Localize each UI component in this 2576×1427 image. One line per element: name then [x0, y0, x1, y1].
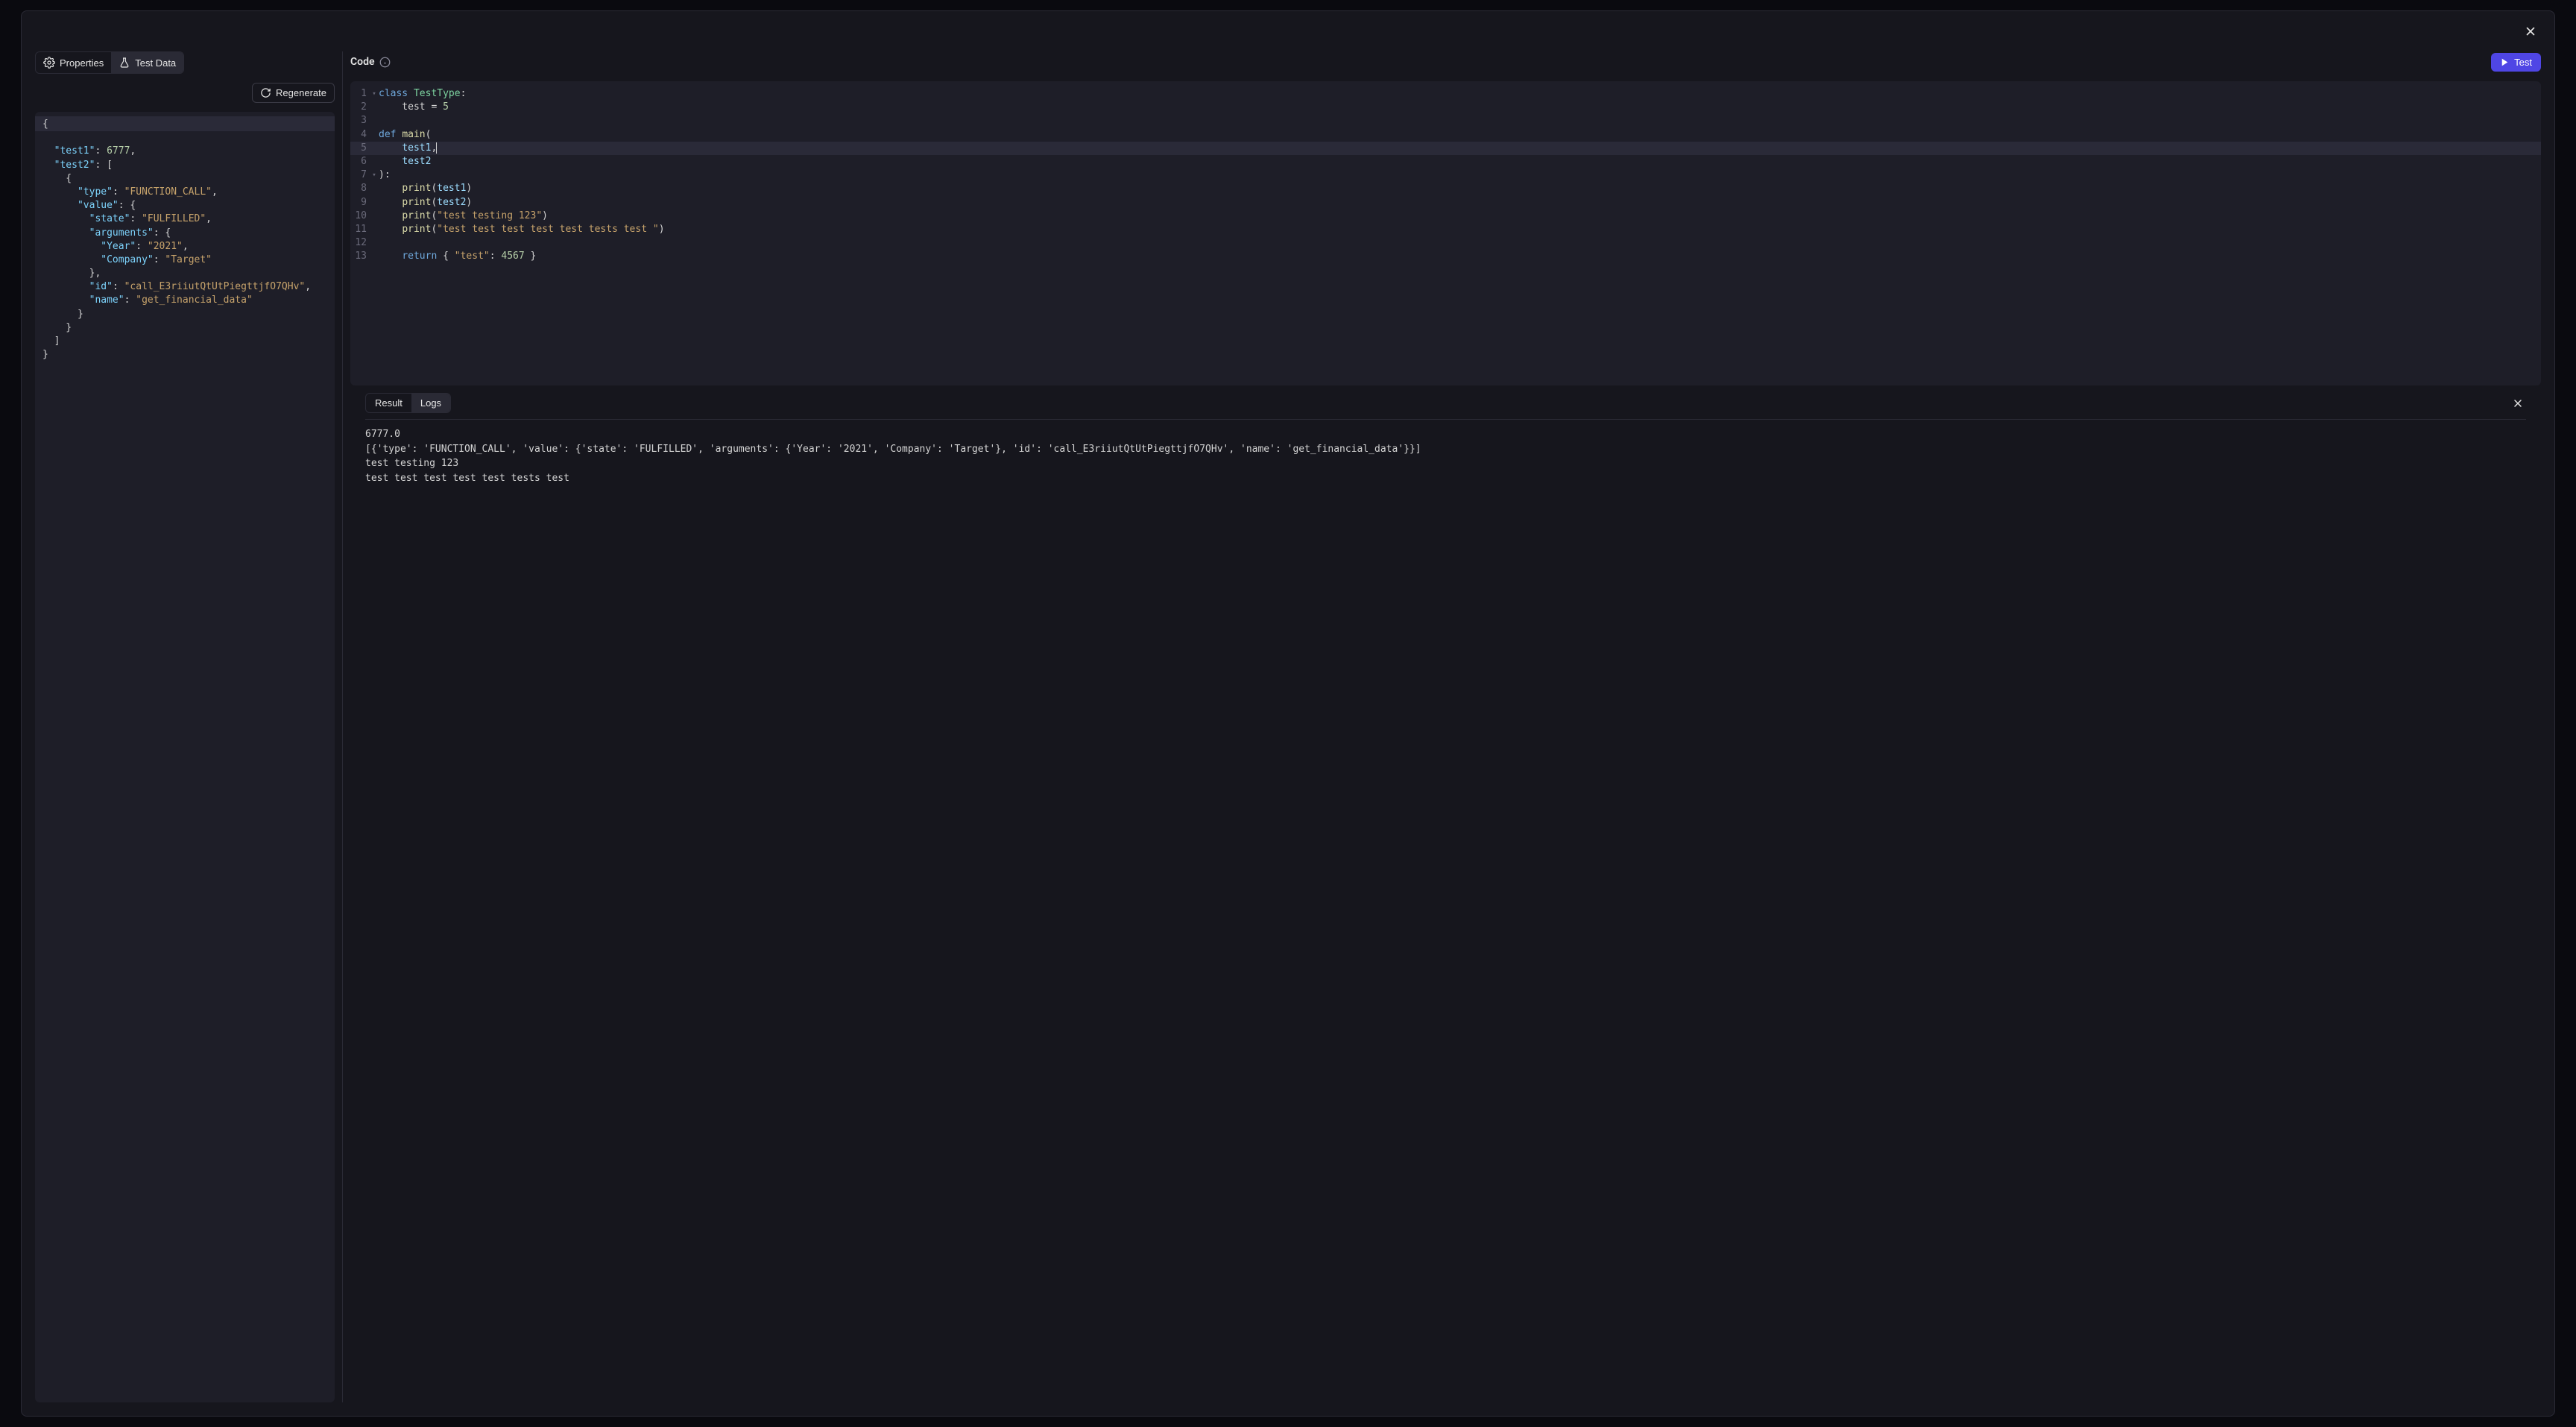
test-data-json-editor[interactable]: { "test1": 6777, "test2": [ { "type": "F…	[35, 112, 335, 1402]
refresh-icon	[260, 87, 271, 98]
close-icon	[2512, 397, 2524, 409]
code-editor[interactable]: 1▾class TestType:2 test = 534def main(5 …	[350, 81, 2541, 385]
gear-icon	[43, 57, 55, 69]
tab-test-data[interactable]: Test Data	[111, 52, 183, 73]
right-pane-header: Code Test	[350, 51, 2541, 72]
code-label-wrap: Code	[350, 56, 391, 68]
regenerate-row: Regenerate	[35, 83, 335, 103]
flask-icon	[119, 57, 130, 69]
left-pane: Properties Test Data Regenerate { "test1…	[35, 51, 342, 1402]
test-button[interactable]: Test	[2491, 53, 2541, 72]
regenerate-button[interactable]: Regenerate	[252, 83, 335, 103]
modal-header	[22, 11, 2554, 51]
regenerate-label: Regenerate	[276, 87, 326, 98]
left-tab-group: Properties Test Data	[35, 51, 184, 74]
close-icon	[2524, 25, 2537, 38]
output-header: Result Logs	[350, 393, 2541, 413]
output-tab-logs[interactable]: Logs	[411, 394, 450, 412]
output-panel: Result Logs 6777.0 [{'type': 'FUNCTION_C…	[350, 393, 2541, 1402]
output-body[interactable]: 6777.0 [{'type': 'FUNCTION_CALL', 'value…	[350, 427, 2541, 1402]
play-icon	[2500, 57, 2510, 67]
right-pane: Code Test 1▾class TestType:2 test = 534d…	[342, 51, 2541, 1402]
tab-properties[interactable]: Properties	[36, 52, 111, 73]
modal: Properties Test Data Regenerate { "test1…	[21, 10, 2555, 1417]
info-icon[interactable]	[379, 57, 391, 68]
output-close-button[interactable]	[2510, 395, 2526, 412]
output-divider	[365, 419, 2526, 420]
test-button-label: Test	[2514, 57, 2532, 68]
tab-test-data-label: Test Data	[135, 57, 176, 69]
close-button[interactable]	[2520, 21, 2541, 42]
tab-properties-label: Properties	[60, 57, 104, 69]
output-tab-result[interactable]: Result	[366, 394, 411, 412]
modal-body: Properties Test Data Regenerate { "test1…	[22, 51, 2554, 1416]
code-label: Code	[350, 56, 375, 68]
left-pane-header: Properties Test Data	[35, 51, 335, 74]
output-tab-group: Result Logs	[365, 393, 451, 413]
